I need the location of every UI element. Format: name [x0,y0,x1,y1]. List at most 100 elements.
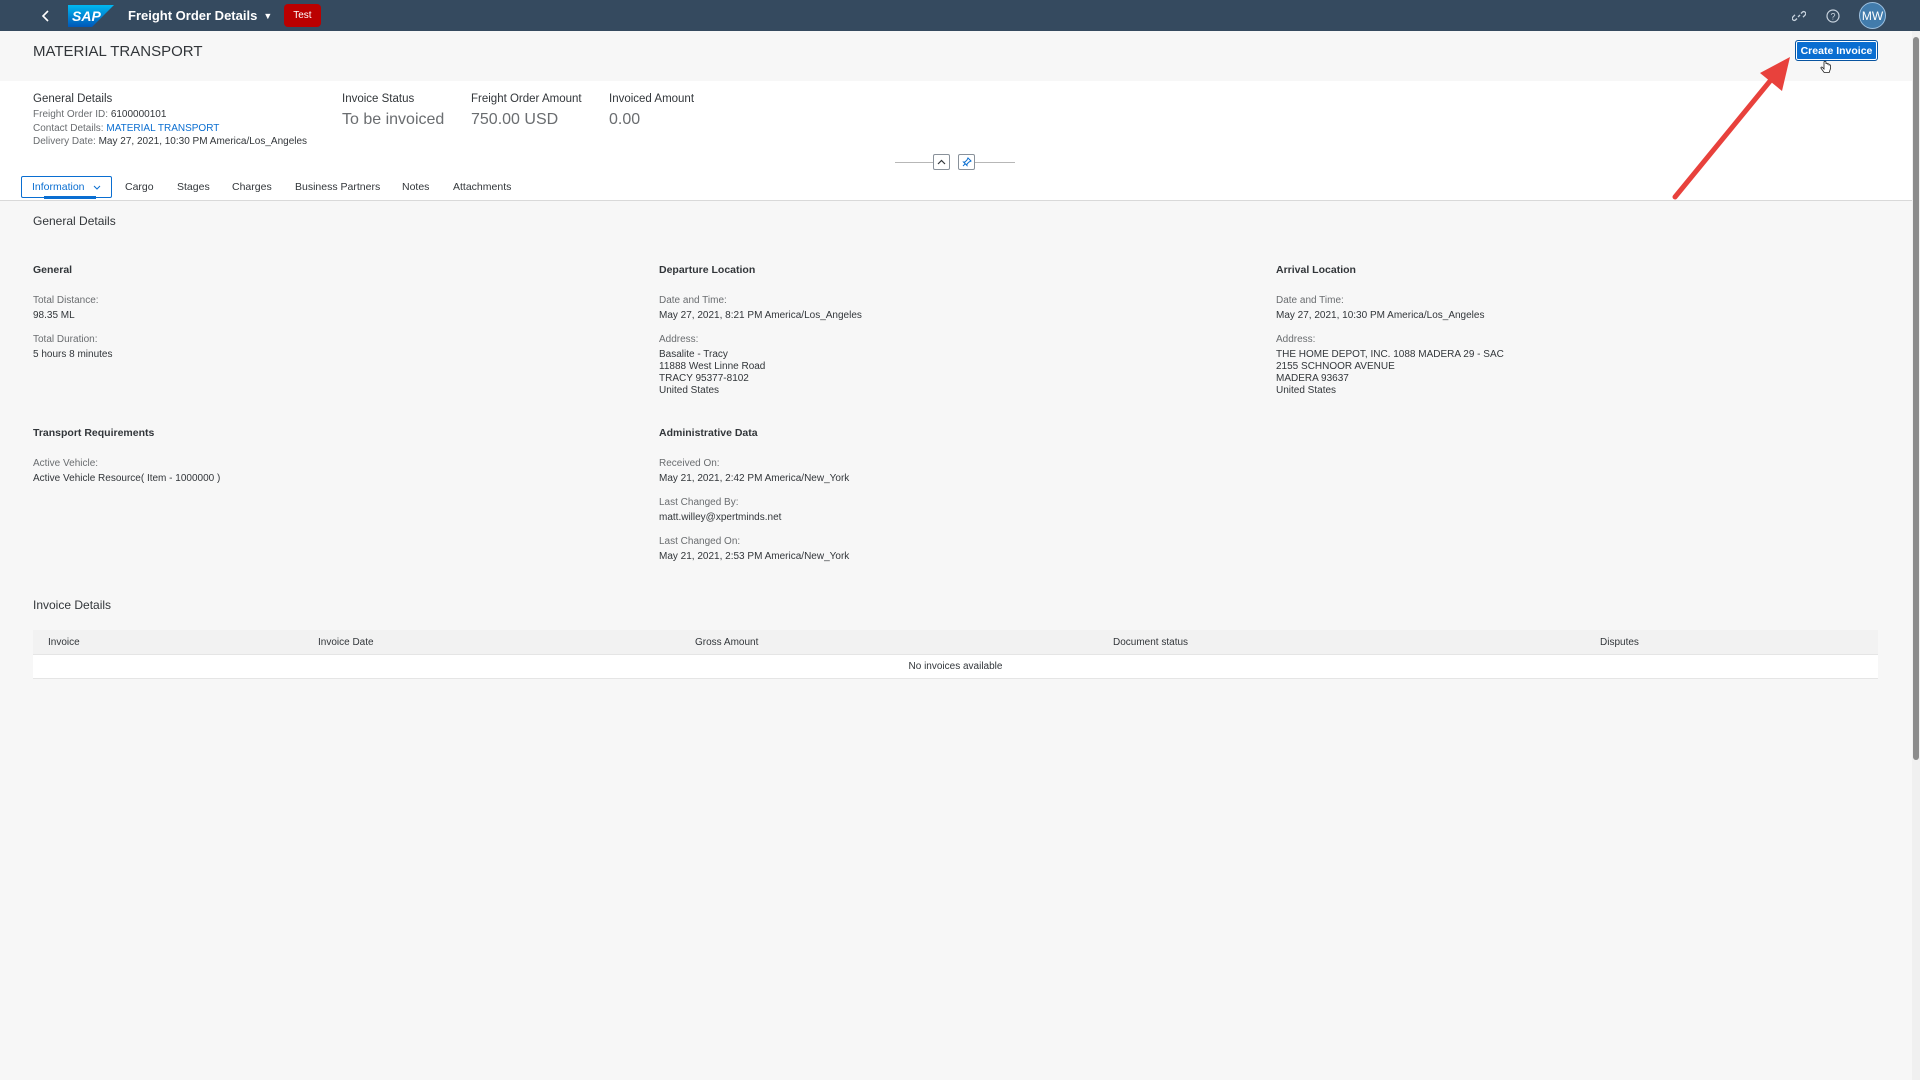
invoice-table: Invoice Invoice Date Gross Amount Docume… [33,630,1878,679]
kpi-invoiced-amount: Invoiced Amount 0.00 [609,93,694,129]
tab-notes[interactable]: Notes [402,176,429,198]
field-label: Total Distance: [33,295,99,306]
chevron-left-icon [41,9,49,22]
tab-label: Information [32,181,85,193]
field-label: Received On: [659,458,720,469]
collapse-header-button[interactable] [933,154,950,170]
kpi-title: Freight Order Amount [471,93,582,105]
address-line: TRACY 95377-8102 [659,373,749,384]
departure-datetime-field: Date and Time: May 27, 2021, 8:21 PM Ame… [659,295,862,322]
back-button[interactable] [32,0,60,31]
tab-stages[interactable]: Stages [177,176,210,198]
field-value: May 27, 2021, 8:21 PM America/Los_Angele… [659,310,862,321]
address-line: United States [659,385,720,396]
contact-details-link[interactable]: MATERIAL TRANSPORT [106,123,219,134]
sap-logo[interactable]: SAP [68,4,114,27]
app-title-menu[interactable]: Freight Order Details ▼ [128,8,272,23]
content-area: General Details General Total Distance: … [0,202,1912,1080]
field-label: Date and Time: [659,295,727,306]
field-value: Active Vehicle Resource( Item - 1000000 … [33,473,221,484]
address-line: MADERA 93637 [1276,373,1349,384]
last-changed-on-field: Last Changed On: May 21, 2021, 2:53 PM A… [659,536,849,563]
field-value: May 27, 2021, 10:30 PM America/Los_Angel… [1276,310,1485,321]
invoice-details-section-title: Invoice Details [33,598,112,612]
delivery-date: May 27, 2021, 10:30 PM America/Los_Angel… [98,136,308,147]
table-header: Invoice Invoice Date Gross Amount Docume… [33,630,1878,655]
column-header-invoice[interactable]: Invoice [48,637,80,648]
total-duration-field: Total Duration: 5 hours 8 minutes [33,334,113,361]
field-label: Last Changed On: [659,536,741,547]
tab-bar: Information Cargo Stages Charges Busines… [0,171,1912,201]
help-icon[interactable]: ? [1825,8,1841,24]
column-header-gross-amount[interactable]: Gross Amount [695,637,758,648]
shell-bar: SAP Freight Order Details ▼ Test ? MW [0,0,1920,31]
total-distance-field: Total Distance: 98.35 ML [33,295,99,322]
contact-details-label: Contact Details: [33,122,104,134]
column-header-disputes[interactable]: Disputes [1600,637,1639,648]
arrival-group-title: Arrival Location [1276,264,1356,276]
app-title: Freight Order Details [128,8,258,23]
vertical-scrollbar[interactable] [1912,31,1920,1080]
general-details-section-title: General Details [33,214,116,228]
field-value: matt.willey@xpertminds.net [659,512,782,523]
general-details-title: General Details [33,93,113,105]
contact-details-row: Contact Details: MATERIAL TRANSPORT [33,122,307,136]
arrival-datetime-field: Date and Time: May 27, 2021, 10:30 PM Am… [1276,295,1484,322]
chevron-down-icon [93,185,100,190]
pin-header-button[interactable] [958,154,975,170]
create-invoice-button[interactable]: Create Invoice [1795,40,1878,61]
kpi-title: Invoice Status [342,93,415,105]
tab-charges[interactable]: Charges [232,176,272,198]
caret-down-icon: ▼ [263,10,273,21]
freight-order-id-row: Freight Order ID: 6100000101 [33,108,307,122]
kpi-value: 750.00 USD [471,111,559,128]
chevron-up-icon [937,159,946,165]
environment-badge: Test [284,4,321,27]
delivery-date-label: Delivery Date: [33,136,96,147]
object-header: MATERIAL TRANSPORT Create Invoice [0,31,1912,81]
address-line: THE HOME DEPOT, INC. 1088 MADERA 29 - SA… [1276,349,1504,360]
header-collapse-controls [895,153,1015,171]
divider [975,162,1015,163]
field-value: 98.35 ML [33,310,75,321]
table-empty-row: No invoices available [33,655,1878,679]
user-avatar[interactable]: MW [1859,2,1886,29]
field-value: May 21, 2021, 2:42 PM America/New_York [659,473,850,484]
freight-order-id-label: Freight Order ID: [33,109,109,120]
page-title: MATERIAL TRANSPORT [33,43,203,60]
received-on-field: Received On: May 21, 2021, 2:42 PM Ameri… [659,458,849,485]
kpi-title: Invoiced Amount [609,93,695,105]
freight-order-id: 6100000101 [110,109,167,120]
departure-group-title: Departure Location [659,264,756,276]
address-line: 2155 SCHNOOR AVENUE [1276,361,1395,372]
field-label: Last Changed By: [659,497,739,508]
sap-logo-text: SAP [72,8,101,24]
address-line: 11888 West Linne Road [659,361,766,372]
column-header-invoice-date[interactable]: Invoice Date [318,637,374,648]
link-icon[interactable] [1791,8,1807,24]
tab-active-indicator [44,196,96,199]
tab-business-partners[interactable]: Business Partners [295,176,380,198]
svg-text:?: ? [1831,11,1836,21]
delivery-date-row: Delivery Date: May 27, 2021, 10:30 PM Am… [33,135,307,149]
departure-address-field: Address: Basalite - Tracy 11888 West Lin… [659,334,765,397]
column-header-document-status[interactable]: Document status [1113,637,1188,648]
field-label: Date and Time: [1276,295,1344,306]
kpi-value: To be invoiced [342,111,445,128]
address-line: Basalite - Tracy [659,349,728,360]
field-value: 5 hours 8 minutes [33,349,113,360]
hand-cursor-icon [1820,61,1831,73]
administrative-data-title: Administrative Data [659,427,758,439]
tab-attachments[interactable]: Attachments [453,176,511,198]
kpi-value: 0.00 [609,111,641,128]
tab-information[interactable]: Information [21,176,112,199]
arrival-address-field: Address: THE HOME DEPOT, INC. 1088 MADER… [1276,334,1504,397]
kpi-freight-order-amount: Freight Order Amount 750.00 USD [471,93,582,129]
scrollbar-thumb[interactable] [1913,37,1919,760]
field-label: Active Vehicle: [33,458,99,469]
last-changed-by-field: Last Changed By: matt.willey@xpertminds.… [659,497,781,524]
field-label: Address: [1276,334,1316,345]
field-label: Total Duration: [33,334,98,345]
active-vehicle-field: Active Vehicle: Active Vehicle Resource(… [33,458,220,485]
tab-cargo[interactable]: Cargo [125,176,154,198]
